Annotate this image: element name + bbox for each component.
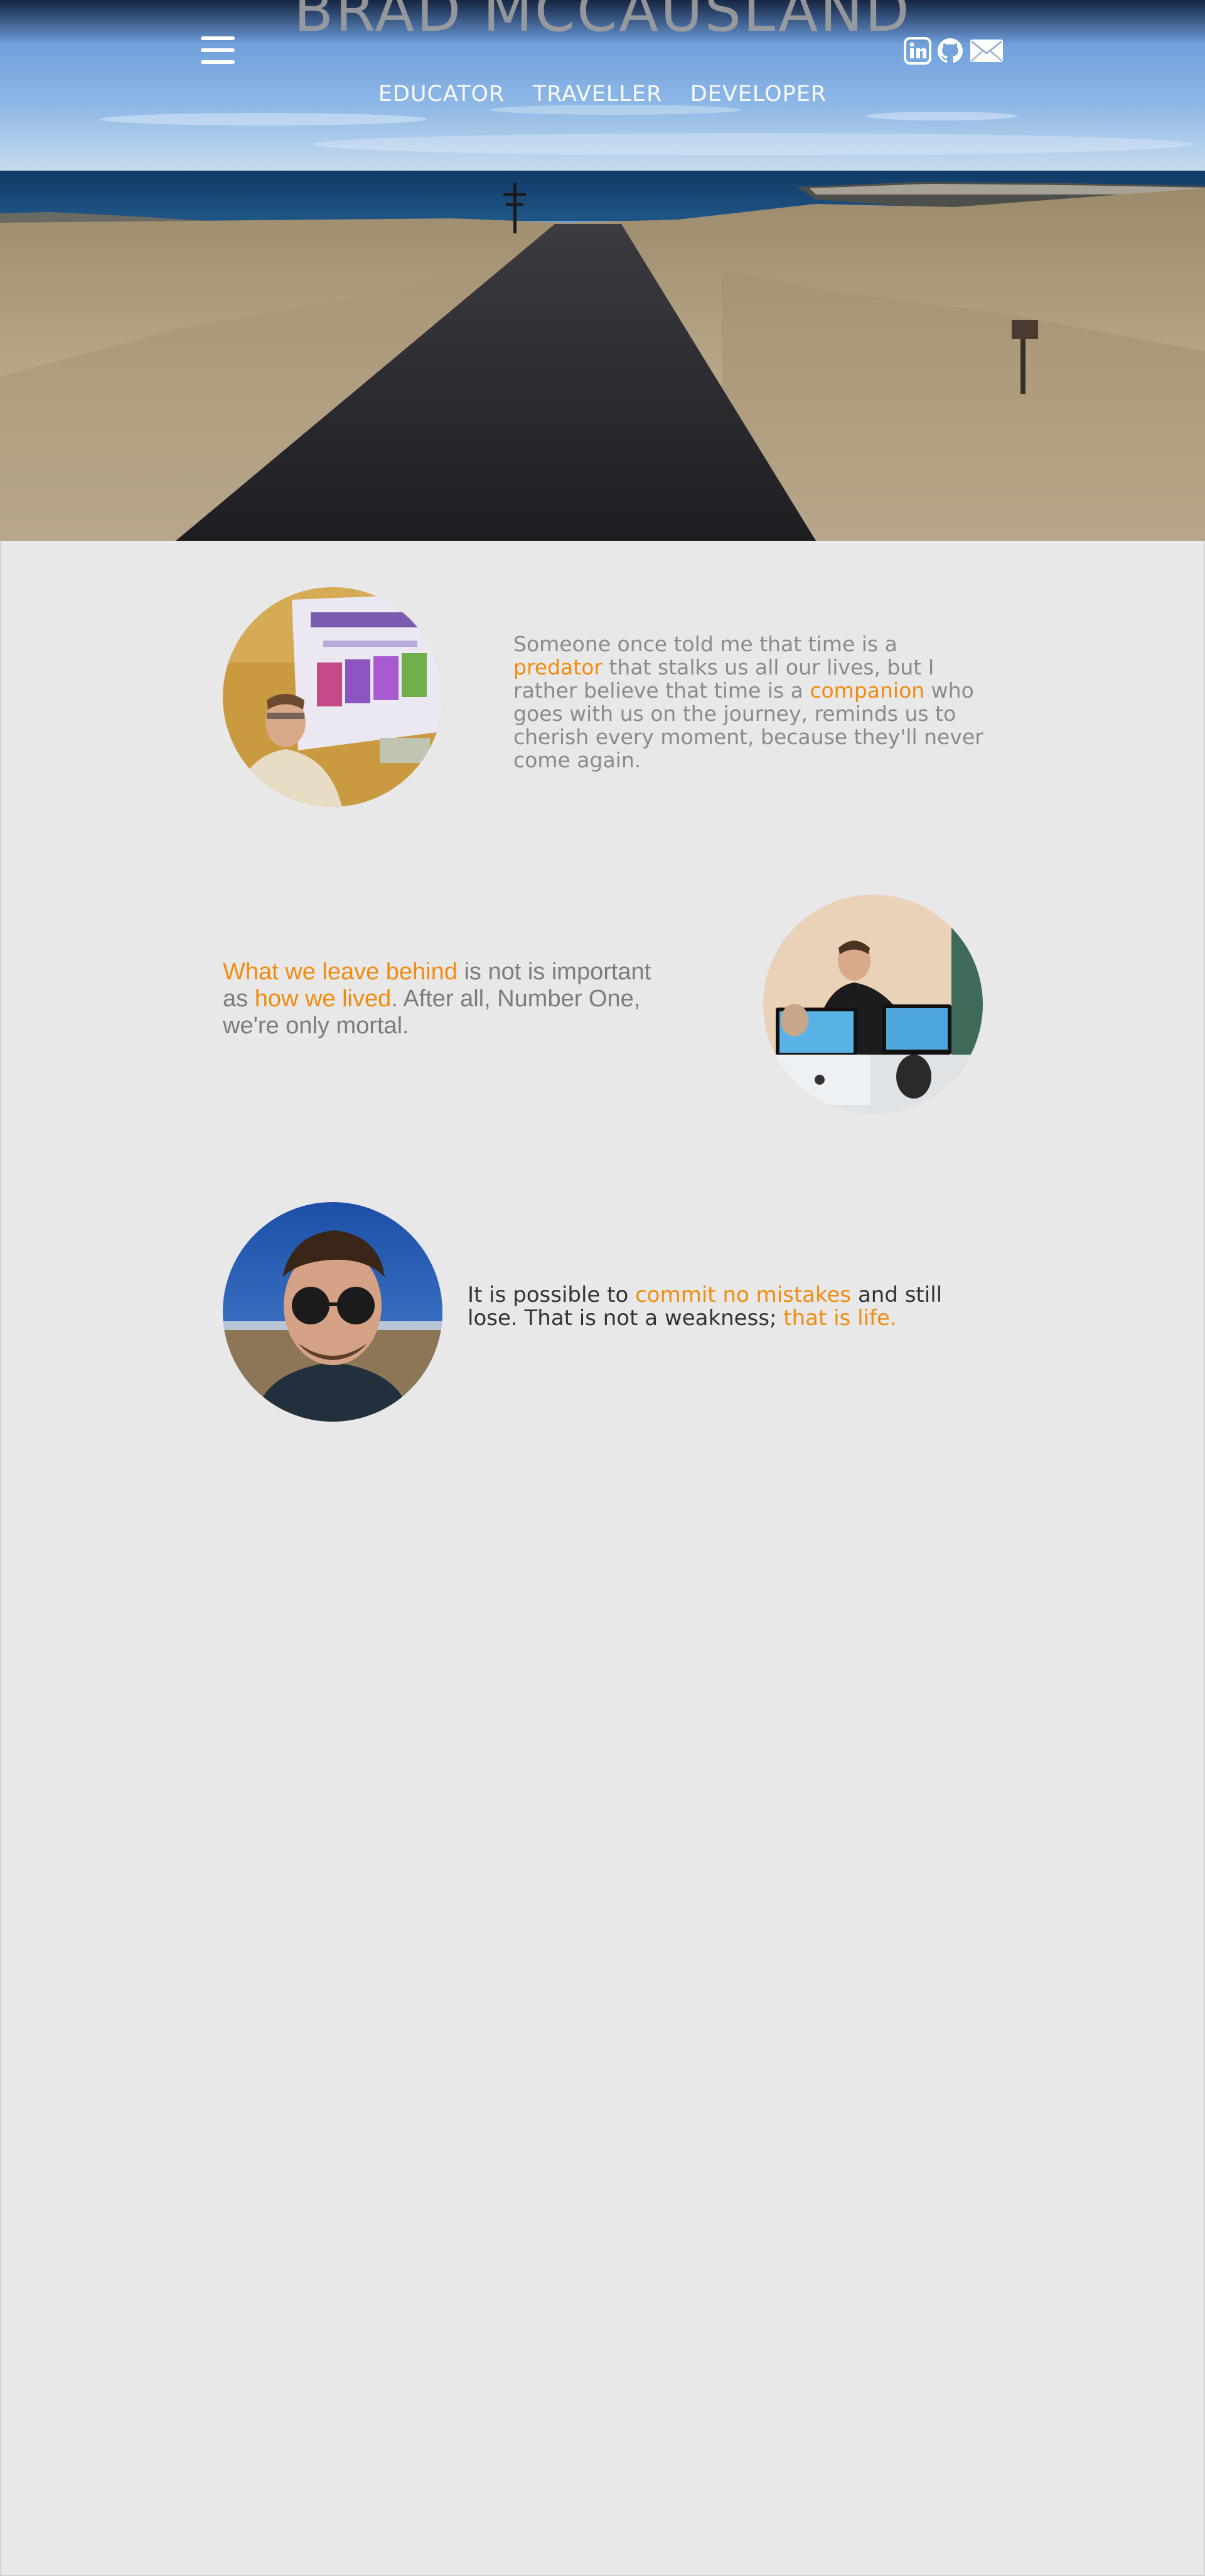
- linkedin-icon[interactable]: [904, 37, 931, 65]
- hamburger-menu-icon[interactable]: [201, 36, 235, 64]
- quote-highlight: how we lived: [254, 986, 392, 1012]
- social-links: [904, 35, 1004, 67]
- site-title: BRAD MCCAUSLAND: [294, 0, 911, 45]
- quote-text: It is possible to: [468, 1282, 636, 1307]
- quote-highlight: What we leave behind: [223, 959, 458, 985]
- quote-legacy: What we leave behind is not is important…: [223, 959, 675, 1040]
- photo-presenting: [223, 587, 442, 807]
- nav-link-developer[interactable]: DEVELOPER: [690, 82, 827, 107]
- quote-mistakes: It is possible to commit no mistakes and…: [468, 1284, 988, 1330]
- photo-teaching: [763, 895, 983, 1114]
- nav-link-educator[interactable]: EDUCATOR: [378, 82, 505, 107]
- quote-highlight: that is life.: [783, 1306, 897, 1331]
- email-icon[interactable]: [969, 37, 1004, 65]
- quote-highlight: predator: [513, 655, 602, 679]
- github-icon[interactable]: [936, 37, 964, 65]
- nav-link-traveller[interactable]: TRAVELLER: [533, 82, 662, 107]
- hero-banner: BRAD MCCAUSLAND EDUCATOR TRAVELLER DEVEL…: [0, 0, 1205, 541]
- quote-text: Someone once told me that time is a: [513, 632, 897, 656]
- quote-highlight: commit no mistakes: [635, 1282, 852, 1307]
- quote-time: Someone once told me that time is a pred…: [513, 632, 990, 772]
- main-nav: EDUCATOR TRAVELLER DEVELOPER: [0, 82, 1205, 107]
- quote-highlight: companion: [810, 678, 925, 703]
- photo-selfie: [223, 1202, 442, 1422]
- content-panel: [0, 541, 1205, 2576]
